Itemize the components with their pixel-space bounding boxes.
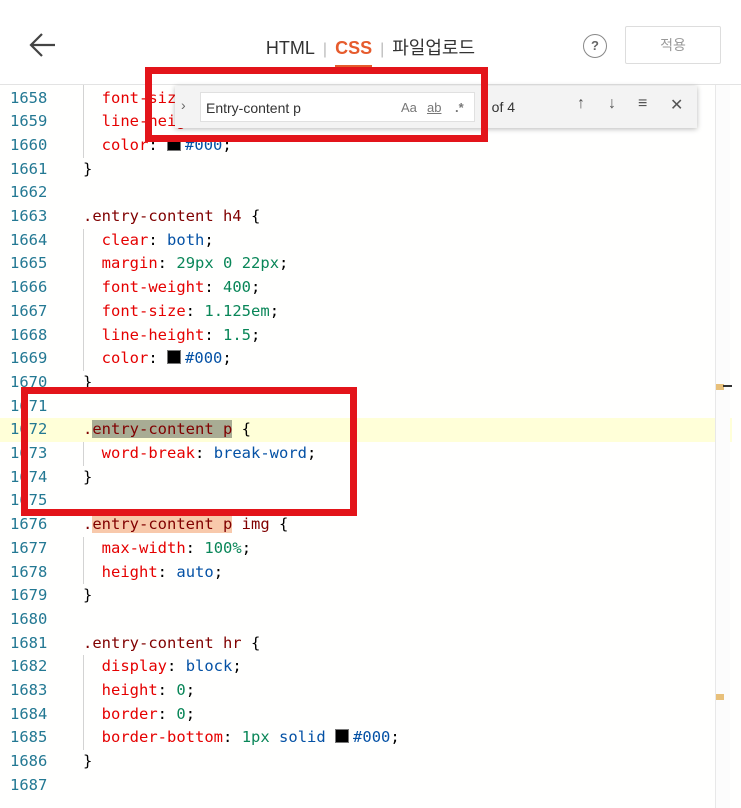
code-line[interactable]: 1676 .entry-content p img {: [0, 513, 732, 537]
code-text: line-height: 1.5;: [101, 325, 261, 344]
line-number: 1686: [10, 752, 48, 771]
code-line[interactable]: 1666 font-weight: 400;: [0, 276, 732, 300]
line-number: 1677: [10, 538, 48, 557]
code-text: height: 0;: [101, 681, 196, 699]
code-line[interactable]: 1685 border-bottom: 1px solid #000;: [0, 726, 732, 750]
find-in-selection-icon[interactable]: ≡: [638, 95, 647, 113]
line-number: 1662: [10, 183, 48, 202]
code-line[interactable]: 1681 .entry-content hr {: [0, 632, 732, 656]
code-line[interactable]: 1682 display: block;: [0, 655, 732, 679]
code-line[interactable]: 1667 font-size: 1.125em;: [0, 300, 732, 324]
line-number: 1684: [10, 704, 48, 723]
annotation-highlight-box: [145, 67, 488, 142]
line-number: 1678: [10, 562, 48, 581]
line-number: 1665: [10, 254, 48, 273]
line-number: 1660: [10, 135, 48, 154]
line-number: 1667: [10, 301, 48, 320]
line-number: 1668: [10, 325, 48, 344]
line-number: 1669: [10, 349, 48, 368]
code-text: clear: both;: [101, 230, 214, 249]
line-number: 1661: [10, 159, 48, 178]
line-number: 1659: [10, 112, 48, 131]
code-text: .entry-content p img {: [83, 515, 289, 534]
color-swatch: [335, 729, 350, 744]
code-text: }: [83, 586, 93, 605]
code-text: }: [83, 752, 93, 771]
tab-html[interactable]: HTML: [266, 38, 315, 65]
code-line[interactable]: 1669 color: #000;: [0, 347, 732, 371]
code-line[interactable]: 1665 margin: 29px 0 22px;: [0, 252, 732, 276]
apply-button[interactable]: 적용: [625, 26, 721, 64]
code-line[interactable]: 1686}: [0, 750, 732, 774]
code-text: color: #000;: [101, 349, 232, 368]
tab-file-upload[interactable]: 파일업로드: [392, 34, 475, 66]
code-line[interactable]: 1680: [0, 608, 732, 632]
code-line[interactable]: 1683 height: 0;: [0, 679, 732, 703]
annotation-highlight-box: [21, 387, 357, 516]
code-text: display: block;: [101, 657, 242, 676]
code-line[interactable]: 1664 clear: both;: [0, 229, 732, 253]
line-number: 1685: [10, 728, 48, 747]
line-number: 1658: [10, 88, 48, 107]
indent-guide: [83, 228, 84, 371]
code-text: }: [83, 159, 93, 178]
code-text: font-weight: 400;: [101, 278, 261, 297]
code-line[interactable]: 1668 line-height: 1.5;: [0, 324, 732, 348]
code-line[interactable]: 1684 border: 0;: [0, 703, 732, 727]
code-text: max-width: 100%;: [101, 538, 252, 557]
code-line[interactable]: 1662: [0, 181, 732, 205]
indent-guide: [83, 536, 84, 585]
line-number: 1664: [10, 230, 48, 249]
code-text: border-bottom: 1px solid #000;: [101, 728, 400, 747]
line-number: 1683: [10, 681, 48, 699]
line-number: 1680: [10, 609, 48, 628]
code-line[interactable]: 1661}: [0, 158, 732, 182]
close-find-icon[interactable]: ✕: [670, 95, 683, 115]
code-line[interactable]: 1687: [0, 774, 732, 798]
next-match-icon[interactable]: ↓: [608, 95, 616, 113]
code-line[interactable]: 1678 height: auto;: [0, 561, 732, 585]
code-line[interactable]: 1677 max-width: 100%;: [0, 537, 732, 561]
help-button[interactable]: ?: [583, 34, 607, 58]
indent-guide: [83, 85, 84, 158]
code-text: margin: 29px 0 22px;: [101, 254, 289, 273]
find-match-marker: [716, 694, 724, 700]
code-text: border: 0;: [101, 704, 196, 723]
line-number: 1679: [10, 586, 48, 605]
cursor-position-marker: [723, 385, 732, 387]
code-text: .entry-content h4 {: [83, 207, 261, 225]
code-text: .entry-content hr {: [83, 633, 261, 652]
line-number: 1681: [10, 633, 48, 652]
code-text: font-size: 1.125em;: [101, 301, 280, 320]
line-number: 1676: [10, 515, 48, 534]
line-number: 1663: [10, 207, 48, 225]
line-number: 1687: [10, 775, 48, 794]
indent-guide: [83, 655, 84, 751]
line-number: 1666: [10, 278, 48, 297]
code-line[interactable]: 1663 .entry-content h4 {: [0, 205, 732, 229]
previous-match-icon[interactable]: ↑: [577, 95, 585, 113]
code-line[interactable]: 1679}: [0, 584, 732, 608]
color-swatch: [167, 350, 182, 365]
code-text: height: auto;: [101, 562, 224, 581]
tab-css[interactable]: CSS: [335, 38, 373, 67]
line-number: 1682: [10, 657, 48, 676]
tab-separator: |: [380, 41, 385, 58]
tab-separator: |: [322, 41, 328, 58]
